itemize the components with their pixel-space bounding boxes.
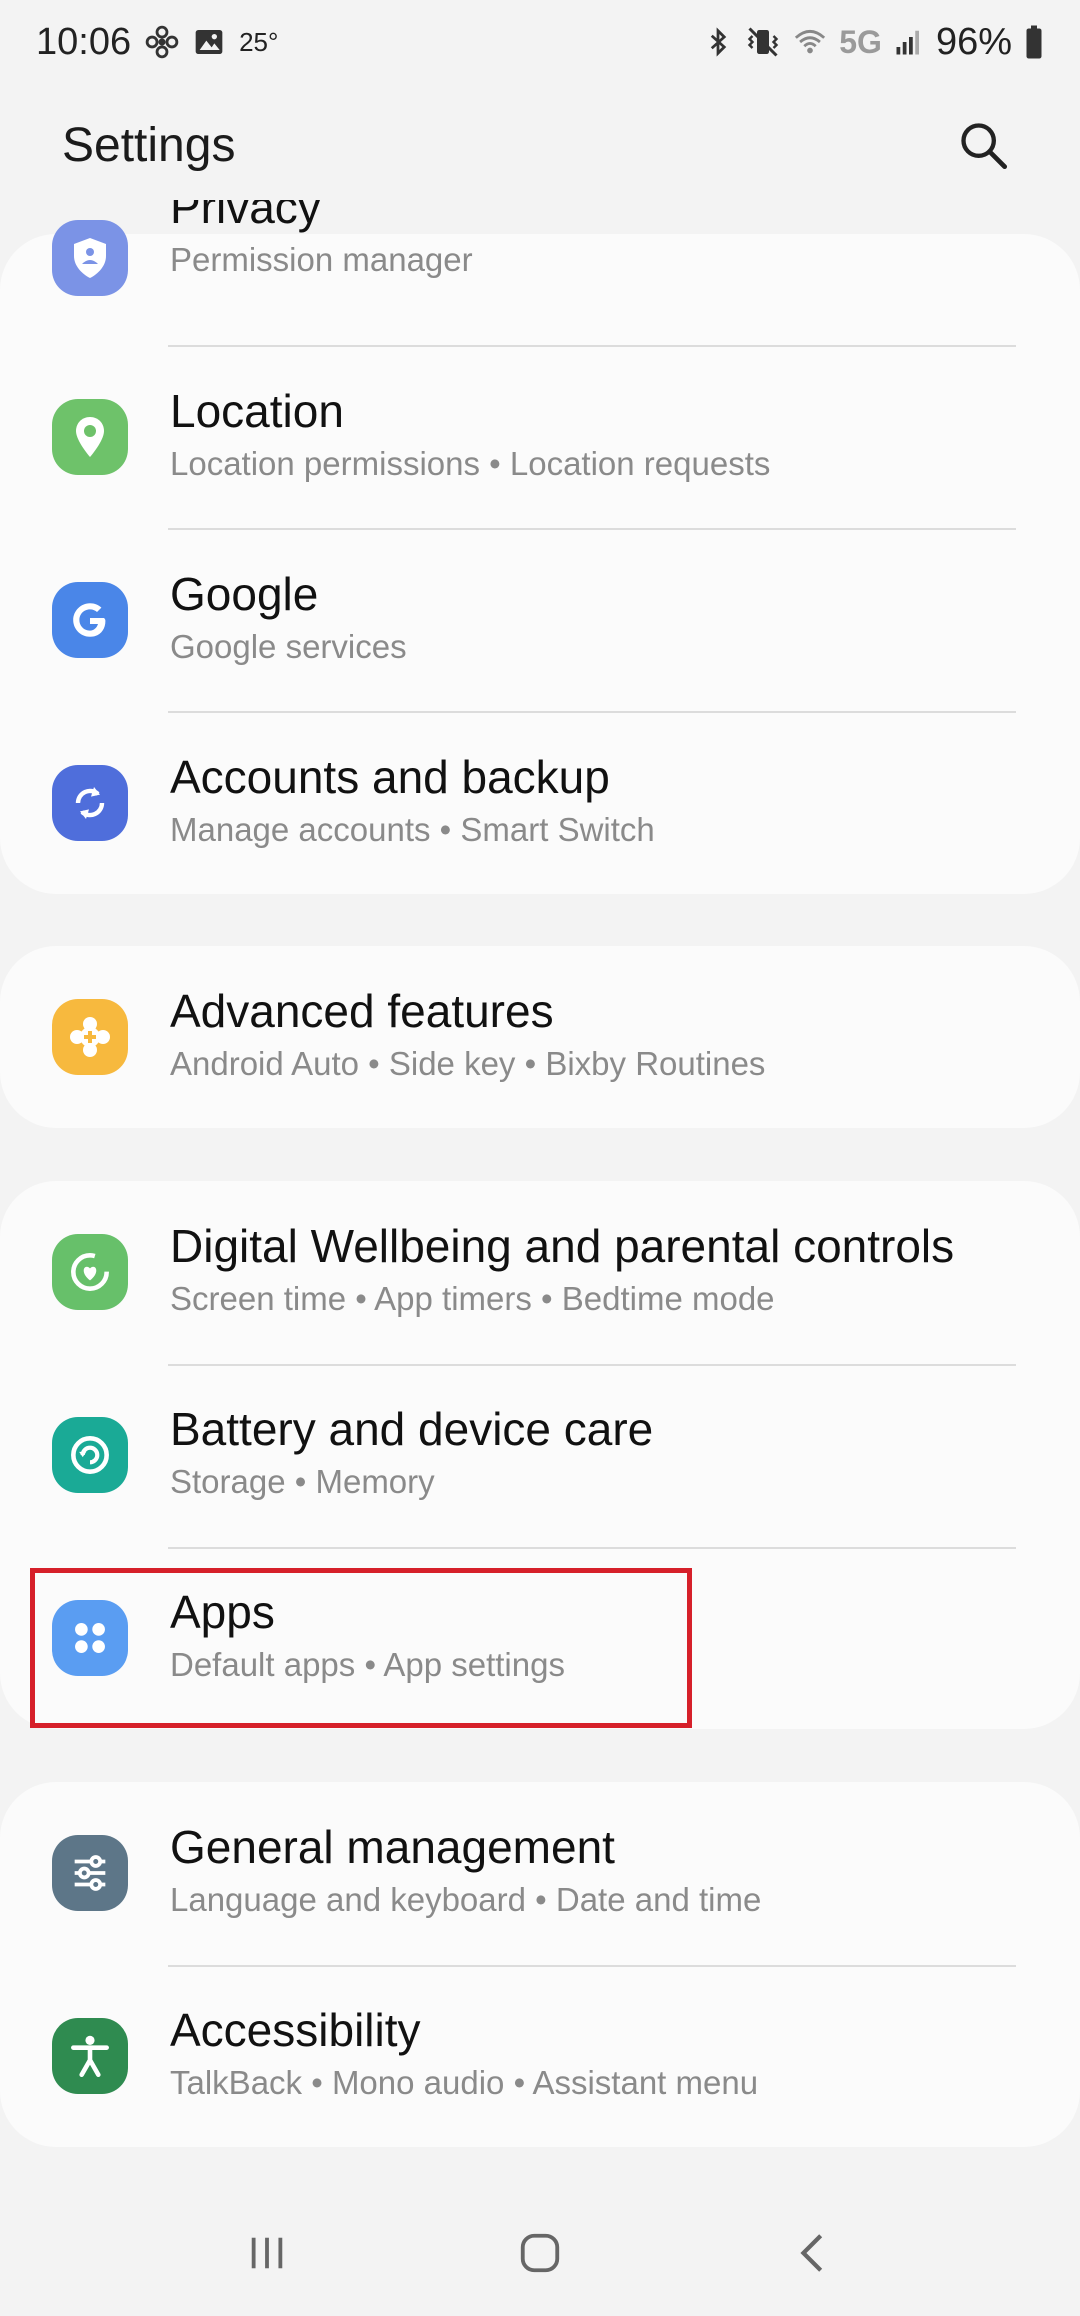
recents-icon — [251, 2237, 282, 2269]
settings-item-accounts-backup[interactable]: Accounts and backup Manage accounts • Sm… — [0, 712, 1080, 894]
settings-item-digital-wellbeing[interactable]: Digital Wellbeing and parental controls … — [0, 1181, 1080, 1363]
apps-highlight-box — [30, 1568, 692, 1728]
search-button[interactable] — [948, 110, 1018, 180]
page-title: Settings — [62, 118, 236, 172]
home-button[interactable] — [490, 2213, 590, 2293]
settings-item-subtitle: Storage • Memory — [170, 1463, 435, 1500]
settings-item-subtitle: Language and keyboard • Date and time — [170, 1881, 762, 1918]
settings-item-title: Digital Wellbeing and parental controls — [170, 1220, 955, 1272]
settings-item-subtitle: Permission manager — [170, 241, 473, 278]
sliders-icon — [52, 1835, 128, 1911]
vibrate-icon — [745, 24, 781, 60]
settings-item-title: Accounts and backup — [170, 751, 610, 803]
settings-item-accessibility[interactable]: Accessibility TalkBack • Mono audio • As… — [0, 1965, 1080, 2147]
status-time: 10:06 — [36, 20, 132, 63]
settings-item-title: Location — [170, 385, 344, 437]
settings-item-title: General management — [170, 1821, 615, 1873]
settings-item-subtitle: Screen time • App timers • Bedtime mode — [170, 1280, 775, 1317]
settings-item-subtitle: Manage accounts • Smart Switch — [170, 811, 655, 848]
settings-item-location[interactable]: Location Location permissions • Location… — [0, 346, 1080, 528]
settings-item-title: Accessibility — [170, 2004, 421, 2056]
app-header: Settings — [0, 100, 1080, 190]
search-icon — [961, 123, 1008, 170]
sync-icon — [52, 765, 128, 841]
privacy-shield-icon — [52, 220, 128, 296]
back-button[interactable] — [763, 2213, 863, 2293]
settings-item-title: Advanced features — [170, 985, 554, 1037]
wifi-icon — [793, 24, 827, 60]
bluetooth-icon — [703, 24, 733, 60]
settings-item-privacy[interactable]: Privacy Permission manager — [0, 200, 1080, 330]
status-battery: 96% — [935, 20, 1012, 63]
settings-item-subtitle: Android Auto • Side key • Bixby Routines — [170, 1045, 766, 1082]
gallery-icon — [193, 26, 225, 58]
home-icon — [520, 2233, 560, 2273]
settings-item-subtitle: TalkBack • Mono audio • Assistant menu — [170, 2064, 759, 2101]
status-left: 10:06 25° — [36, 21, 278, 64]
status-network: 5G — [839, 23, 882, 60]
settings-item-subtitle: Location permissions • Location requests — [170, 445, 771, 482]
settings-item-general-management[interactable]: General management Language and keyboard… — [0, 1782, 1080, 1964]
settings-item-advanced-features[interactable]: Advanced features Android Auto • Side ke… — [0, 946, 1080, 1128]
settings-item-battery-device-care[interactable]: Battery and device care Storage • Memory — [0, 1364, 1080, 1546]
settings-item-title: Google — [170, 568, 319, 620]
accessibility-person-icon — [52, 2018, 128, 2094]
wellbeing-heart-icon — [52, 1234, 128, 1310]
status-temperature: 25° — [239, 26, 279, 57]
battery-icon — [1024, 24, 1044, 60]
location-pin-icon — [52, 399, 128, 475]
settings-item-title: Battery and device care — [170, 1403, 654, 1455]
device-care-icon — [52, 1417, 128, 1493]
gear-plus-icon — [52, 999, 128, 1075]
fan-icon — [145, 25, 179, 59]
recents-button[interactable] — [217, 2213, 317, 2293]
navigation-bar — [0, 2190, 1080, 2316]
back-icon — [800, 2234, 823, 2272]
settings-item-title: Privacy — [170, 200, 321, 233]
status-bar: 10:06 25° 5G 96% — [0, 0, 1080, 84]
status-right: 5G 96% — [703, 21, 1044, 64]
signal-icon — [894, 27, 924, 57]
settings-item-google[interactable]: Google Google services — [0, 529, 1080, 711]
settings-item-subtitle: Google services — [170, 628, 407, 665]
google-g-icon — [52, 582, 128, 658]
